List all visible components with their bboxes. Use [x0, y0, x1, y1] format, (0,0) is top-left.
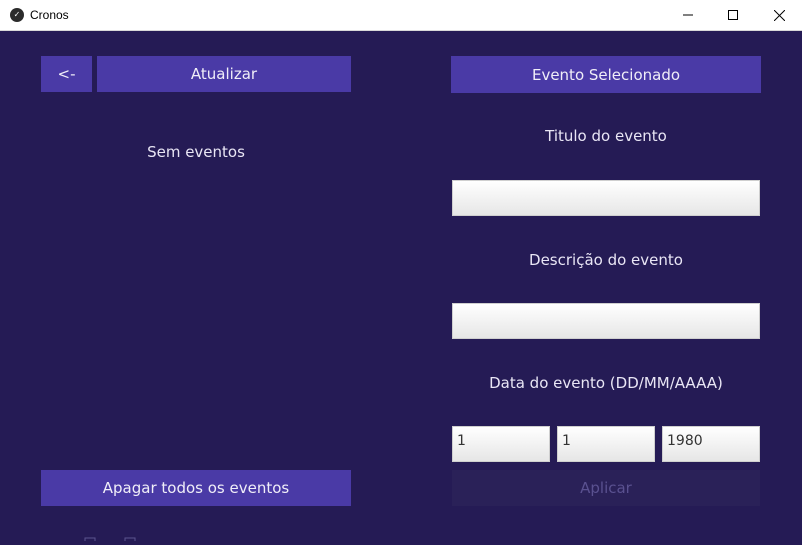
refresh-button[interactable]: Atualizar	[97, 56, 351, 92]
event-description-label: Descrição do evento	[529, 251, 683, 269]
month-input[interactable]: 1	[557, 426, 655, 462]
event-date-label: Data do evento (DD/MM/AAAA)	[489, 374, 723, 392]
close-button[interactable]	[756, 0, 802, 30]
event-title-label: Titulo do evento	[545, 127, 667, 145]
window-title: Cronos	[30, 8, 69, 22]
maximize-button[interactable]	[710, 0, 756, 30]
year-input[interactable]: 1980	[662, 426, 760, 462]
maximize-icon	[728, 10, 738, 20]
minimize-button[interactable]	[665, 0, 711, 30]
offscreen-widget-edge	[80, 526, 140, 543]
event-description-input[interactable]	[452, 303, 760, 339]
back-button[interactable]: <-	[41, 56, 92, 92]
empty-events-text: Sem eventos	[147, 143, 245, 161]
event-title-input[interactable]	[452, 180, 760, 216]
delete-all-button[interactable]: Apagar todos os eventos	[41, 470, 351, 506]
selected-event-header: Evento Selecionado	[451, 56, 761, 93]
day-input[interactable]: 1	[452, 426, 550, 462]
clipped-shapes-icon	[84, 537, 136, 543]
minimize-icon	[683, 14, 693, 16]
close-icon	[773, 9, 785, 21]
title-bar: ✓ Cronos	[0, 0, 802, 31]
kivy-icon: ✓	[10, 8, 24, 22]
apply-button[interactable]: Aplicar	[452, 470, 760, 506]
